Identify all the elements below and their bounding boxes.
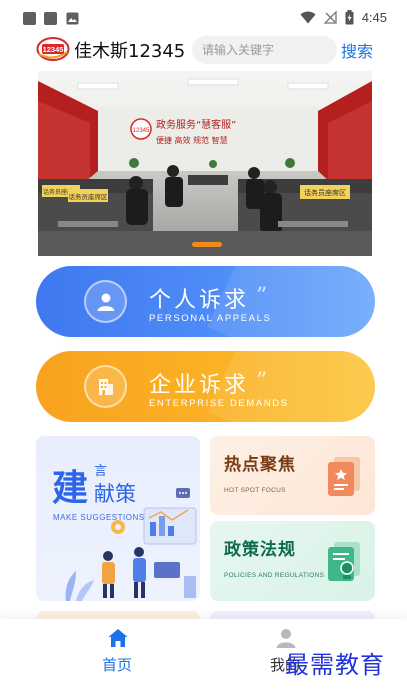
app-logo: 12345: [36, 37, 70, 61]
banner-page-indicator: [192, 242, 222, 247]
svg-text:12345: 12345: [133, 128, 150, 134]
personal-appeals-subtitle: PERSONAL APPEALS: [149, 313, 272, 324]
banner-image: 12345 政务服务“慧客服” 便捷 高效 规范 智慧 话务员座席区 话务员座席…: [38, 71, 372, 256]
zone-label-mid: 话务员座席区: [69, 192, 109, 201]
app-title: 佳木斯12345: [74, 41, 186, 62]
banner-wall-slogan: 政务服务“慧客服”: [156, 118, 236, 131]
quote-mark-icon: ”: [256, 284, 268, 309]
hot-document-icon: [328, 457, 360, 496]
policy-document-icon: [328, 542, 360, 581]
app-notification-icon: [23, 12, 36, 25]
personal-appeals-button[interactable]: 个人诉求 ” PERSONAL APPEALS: [36, 266, 375, 337]
banner-carousel[interactable]: 12345 政务服务“慧客服” 便捷 高效 规范 智慧 话务员座席区 话务员座席…: [38, 71, 372, 256]
building-icon: [84, 365, 127, 408]
banner-wall-line2: 便捷 高效 规范 智慧: [156, 135, 228, 145]
hot-spot-title: 热点聚焦: [224, 455, 296, 475]
app-header: 12345 佳木斯12345 搜索: [0, 36, 407, 64]
nav-home-tab[interactable]: 首页: [52, 619, 182, 693]
enterprise-demands-subtitle: ENTERPRISE DEMANDS: [149, 398, 289, 409]
hot-spot-subtitle: HOT SPOT FOCUS: [224, 487, 286, 494]
quote-mark-icon: ”: [256, 369, 268, 394]
search-input[interactable]: [192, 36, 337, 64]
enterprise-demands-button[interactable]: 企业诉求 ” ENTERPRISE DEMANDS: [36, 351, 375, 422]
suggestions-illustration: [65, 488, 197, 601]
app-notification-icon: [44, 12, 57, 25]
enterprise-demands-title: 企业诉求: [149, 373, 250, 398]
suggestions-card[interactable]: 建 言 献策 MAKE SUGGESTIONS: [36, 436, 200, 601]
signal-icon: [323, 11, 337, 24]
search-button[interactable]: 搜索: [341, 38, 373, 62]
zone-label-right: 话务员座席区: [304, 188, 346, 197]
policies-regulations-card[interactable]: 政策法规 POLICIES AND REGULATIONS: [210, 521, 375, 601]
battery-icon: [345, 10, 354, 25]
policy-title: 政策法规: [224, 540, 296, 560]
status-time: 4:45: [361, 10, 387, 25]
watermark: 最需教育: [285, 651, 385, 679]
home-icon: [108, 629, 128, 647]
logo-text: 12345: [43, 45, 64, 54]
policy-subtitle: POLICIES AND REGULATIONS: [224, 572, 325, 579]
wifi-icon: [300, 11, 316, 24]
person-icon: [84, 280, 127, 323]
image-icon: [66, 12, 79, 25]
nav-home-label: 首页: [101, 656, 132, 674]
personal-appeals-title: 个人诉求: [149, 288, 250, 313]
status-bar: 4:45: [0, 0, 407, 36]
hot-spot-focus-card[interactable]: 热点聚焦 HOT SPOT FOCUS: [210, 436, 375, 515]
